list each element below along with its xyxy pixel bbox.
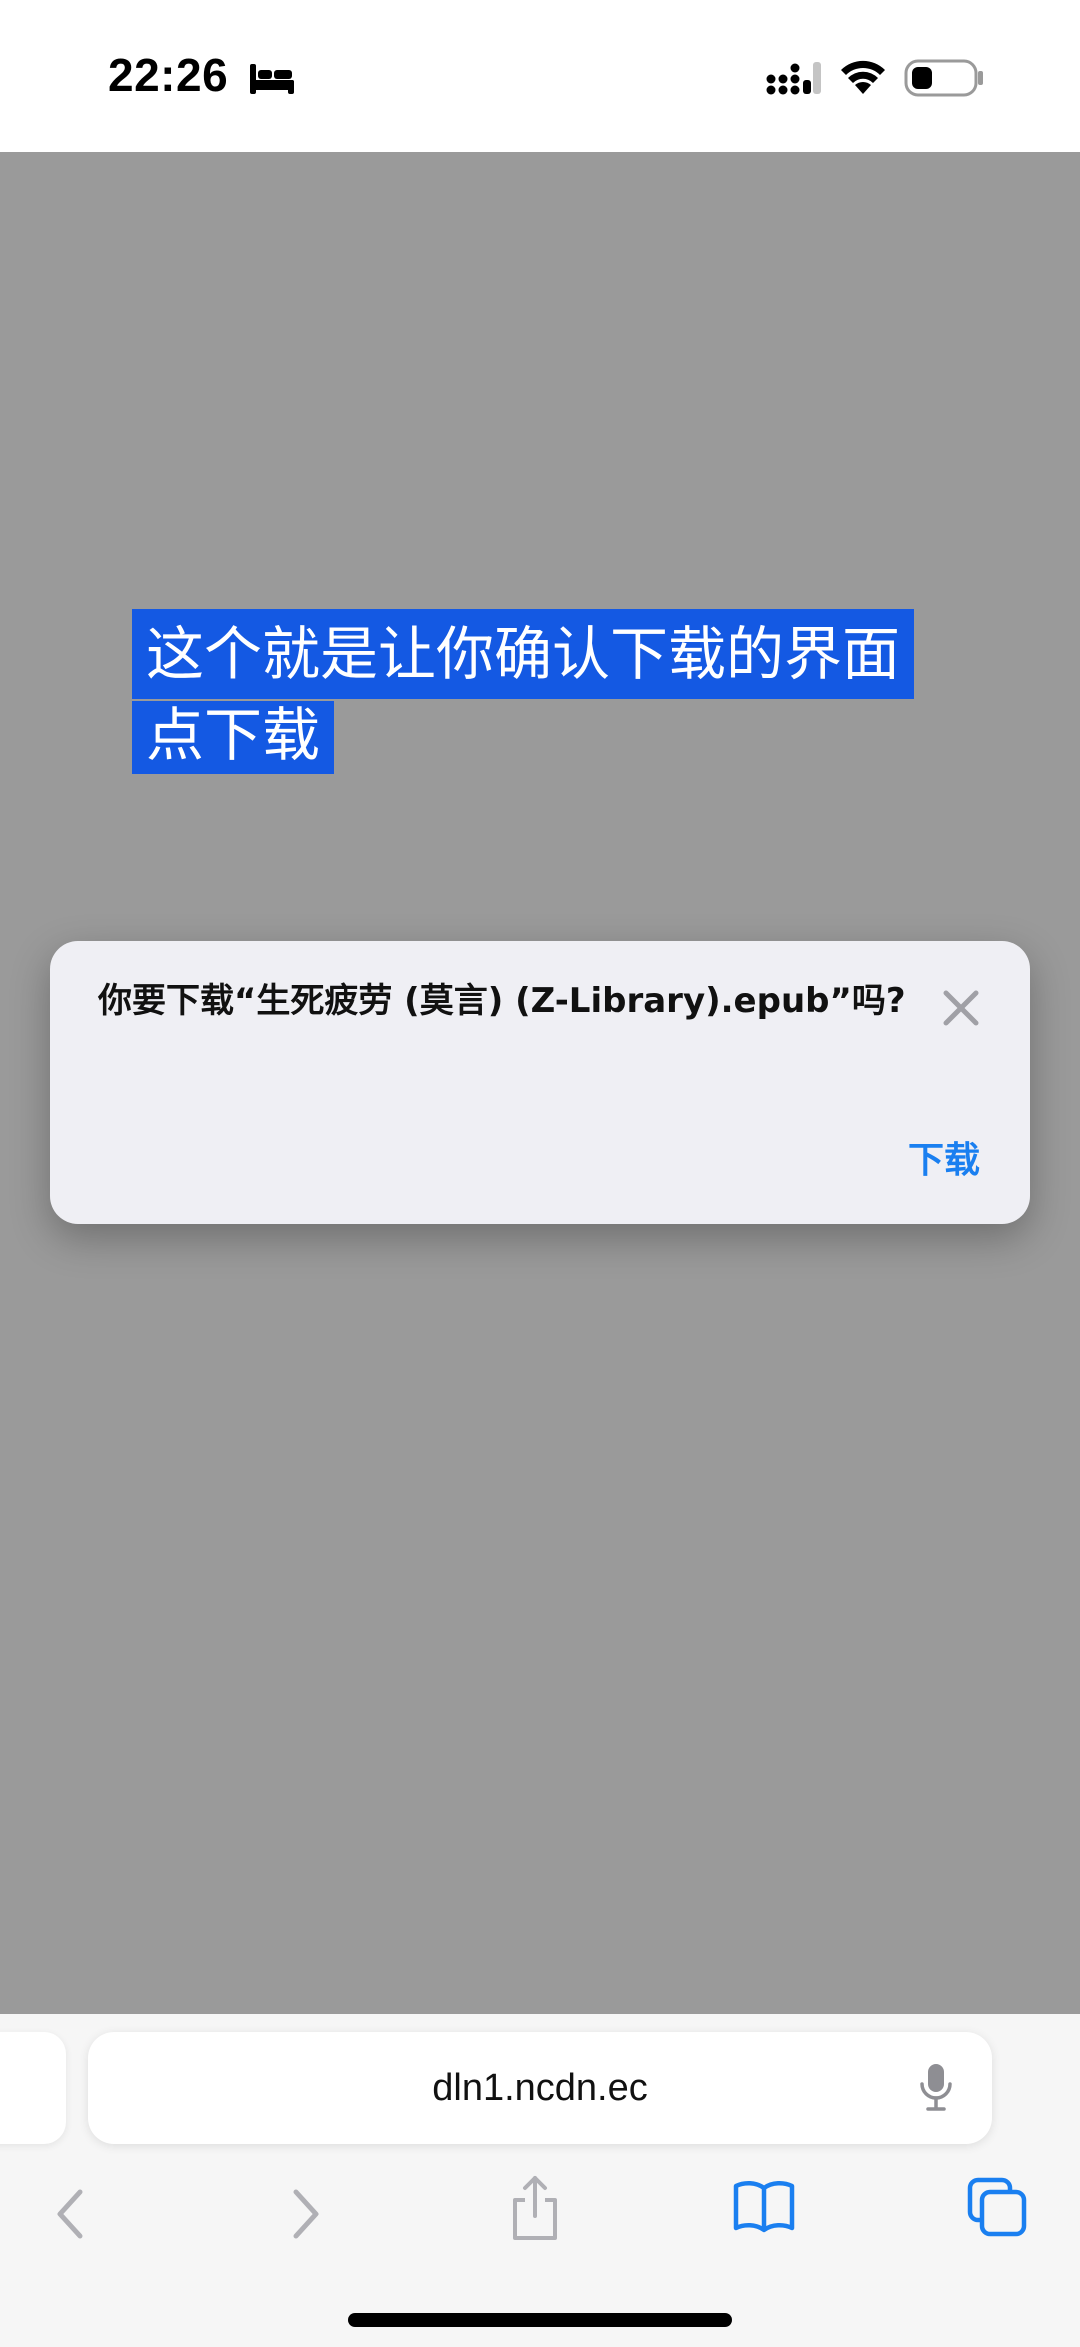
annotation-line-2: 点下载 <box>132 701 335 774</box>
previous-tab-card[interactable] <box>0 2032 66 2144</box>
dialog-message: 你要下载“生死疲劳 (莫言) (Z-Library).epub”吗? <box>98 981 906 1021</box>
bed-icon <box>250 64 294 94</box>
address-text[interactable]: dln1.ncdn.ec <box>88 2032 992 2144</box>
annotation-line-1: 这个就是让你确认下载的界面 <box>132 609 915 699</box>
download-button[interactable]: 下载 <box>908 1131 980 1183</box>
forward-icon[interactable] <box>286 2184 326 2244</box>
mic-icon[interactable] <box>918 2062 954 2114</box>
tabs-icon[interactable] <box>966 2176 1028 2238</box>
status-time: 22:26 <box>108 49 229 101</box>
status-bar: 22:26 <box>0 0 1080 152</box>
browser-bottom-bar: dln1.ncdn.ec <box>0 2014 1080 2347</box>
close-icon[interactable] <box>938 985 984 1031</box>
wifi-icon <box>841 60 885 94</box>
address-bar[interactable]: dln1.ncdn.ec <box>88 2032 992 2144</box>
back-icon[interactable] <box>50 2184 90 2244</box>
share-icon[interactable] <box>508 2174 562 2244</box>
bookmarks-icon[interactable] <box>732 2178 796 2234</box>
download-dialog: 你要下载“生死疲劳 (莫言) (Z-Library).epub”吗? 下载 <box>50 941 1030 1224</box>
annotation-text: 这个就是让你确认下载的界面 点下载 <box>132 609 915 774</box>
signal-icon <box>766 62 821 95</box>
battery-icon <box>904 59 983 97</box>
home-indicator[interactable] <box>348 2313 732 2327</box>
